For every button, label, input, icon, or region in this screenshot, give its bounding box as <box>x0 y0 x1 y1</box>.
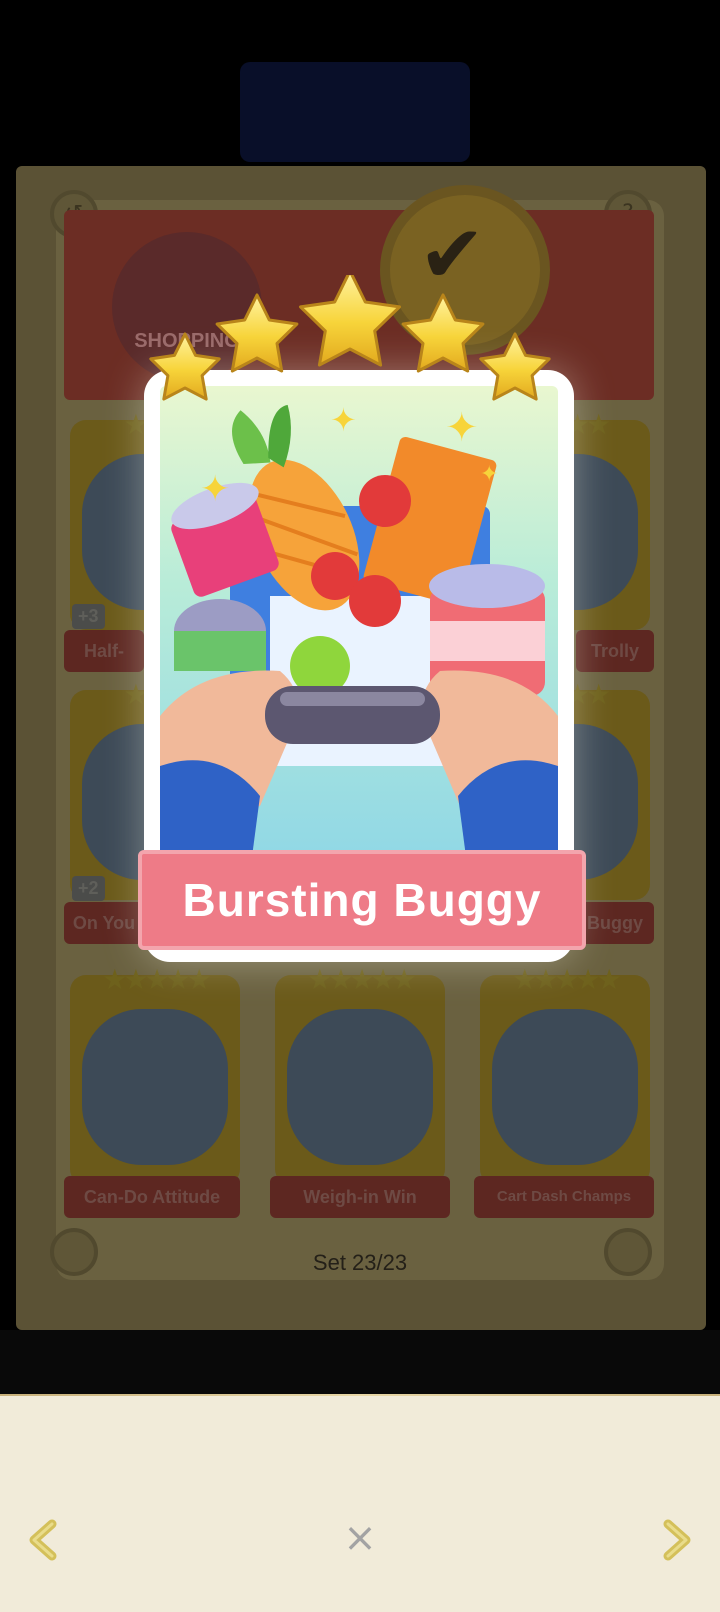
star-icon <box>401 293 485 373</box>
star-icon <box>149 332 221 401</box>
background-card[interactable]: ★★★★★ <box>275 963 445 1185</box>
background-card-label: Cart Dash Champs <box>474 1176 654 1218</box>
album-header <box>240 62 470 162</box>
close-button[interactable]: × <box>338 1516 382 1560</box>
card-title: Bursting Buggy <box>138 850 586 950</box>
card-stars: ★★★★★ <box>102 963 212 996</box>
grocery-cart-illustration: ✦ ✦ ✦ ✦ <box>160 401 558 872</box>
background-card[interactable]: ★★★★★ <box>480 963 650 1185</box>
svg-text:✦: ✦ <box>200 469 230 510</box>
set-progress-label: Set 23/23 <box>312 1250 408 1275</box>
card-stars: ★★★★★ <box>512 963 622 996</box>
background-card[interactable]: ★★★★★ <box>70 963 240 1185</box>
background-card-label: Half- <box>64 630 144 672</box>
card-art <box>82 1009 228 1165</box>
next-card-button[interactable] <box>646 1510 706 1570</box>
previous-card-button[interactable] <box>14 1510 74 1570</box>
chevron-right-icon <box>663 1519 691 1561</box>
card-art <box>287 1009 433 1165</box>
card-art <box>492 1009 638 1165</box>
star-icon <box>215 293 299 373</box>
background-card-label: Can-Do Attitude <box>64 1176 240 1218</box>
star-icon <box>479 332 551 401</box>
svg-text:✦: ✦ <box>480 462 498 487</box>
card-artwork: ✦ ✦ ✦ ✦ <box>160 386 558 872</box>
bottom-control-bar <box>0 1396 720 1612</box>
card-count-badge: +3 <box>72 604 105 629</box>
background-card-label: Weigh-in Win <box>270 1176 450 1218</box>
card-stars: ★★★★★ <box>307 963 417 996</box>
star-icon <box>299 275 401 367</box>
rating-stars <box>149 275 551 401</box>
background-card-label: On You <box>64 902 144 944</box>
card-count-badge: +2 <box>72 876 105 901</box>
background-card-label: Trolly <box>576 630 654 672</box>
chevron-left-icon <box>29 1519 57 1561</box>
album-bottom-strip <box>0 1330 720 1396</box>
background-card-label: Buggy <box>576 902 654 944</box>
